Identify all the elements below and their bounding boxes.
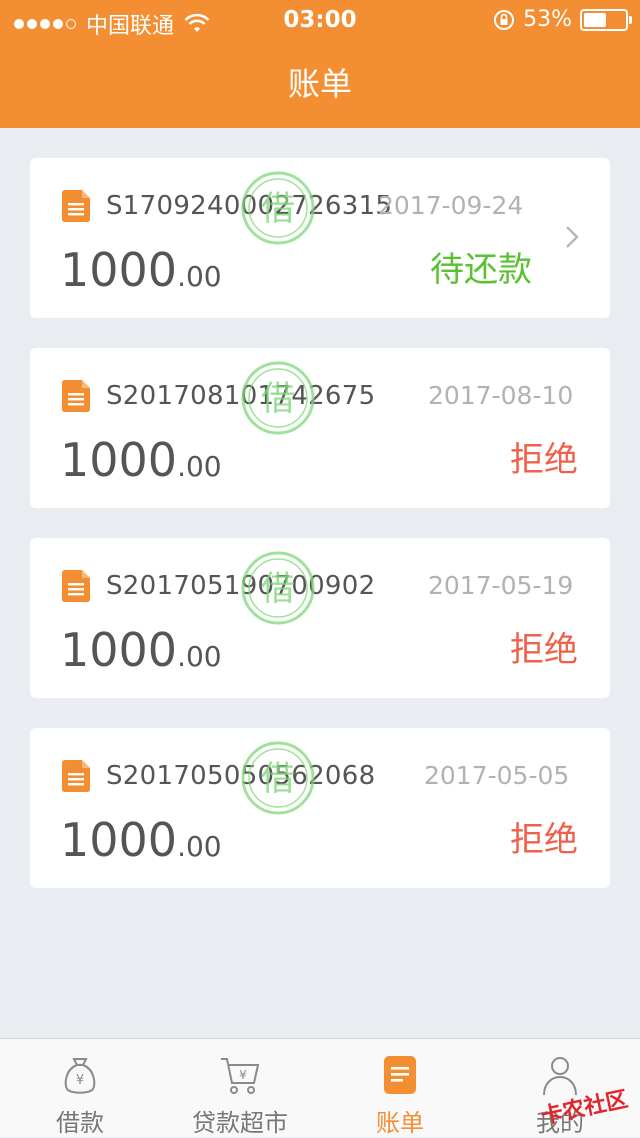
document-icon [62,760,90,792]
chevron-right-icon[interactable] [564,224,580,250]
tab-label: 贷款超市 [192,1109,288,1137]
borrow-stamp-icon: 借 [241,171,315,245]
svg-text:¥: ¥ [239,1068,247,1082]
svg-text:借: 借 [261,379,295,419]
nav-bar: 账单 [0,40,640,128]
battery-percent: 53% [523,7,572,32]
shopping-cart-icon: ¥ [221,1058,260,1094]
amount-integer: 1000 [60,813,178,867]
svg-text:借: 借 [261,569,295,609]
bill-card[interactable]: S1709240002726315 2017-09-24 1000.00 待还款借 [30,158,610,318]
amount-decimal: .00 [177,260,222,293]
page-title: 账单 [287,65,352,103]
bill-date: 2017-09-24 [378,191,524,220]
bill-status: 拒绝 [510,630,578,670]
svg-text:¥: ¥ [76,1073,84,1088]
svg-text:借: 借 [261,189,295,229]
bill-date: 2017-05-19 [428,571,574,600]
bill-card[interactable]: S201705050562068 2017-05-05 1000.00 拒绝借 [30,728,610,888]
bill-status: 拒绝 [510,440,578,480]
borrow-stamp-icon: 借 [241,551,315,625]
bill-card[interactable]: S201705190700902 2017-05-19 1000.00 拒绝借 [30,538,610,698]
tab-label: 借款 [56,1109,104,1137]
amount-integer: 1000 [60,623,178,677]
rotation-lock-icon [494,9,515,30]
svg-text:借: 借 [261,759,295,799]
tab-bills[interactable]: 账单 [320,1039,480,1137]
borrow-stamp-icon: 借 [241,741,315,815]
bill-card[interactable]: S201708101742675 2017-08-10 1000.00 拒绝借 [30,348,610,508]
tab-label: 账单 [376,1109,424,1137]
status-bar: 中国联通 03:00 53% [0,0,640,40]
document-icon [62,380,90,412]
bill-status: 待还款 [430,250,532,290]
amount-decimal: .00 [177,450,222,483]
bill-date: 2017-05-05 [424,761,570,790]
document-icon [62,190,90,222]
bill-document-icon [384,1056,416,1094]
tab-loan-market[interactable]: ¥ 贷款超市 [160,1039,320,1137]
amount-integer: 1000 [60,243,178,297]
document-icon [62,570,90,602]
amount-decimal: .00 [177,640,222,673]
borrow-stamp-icon: 借 [241,361,315,435]
bill-amount: 1000.00 [60,626,222,685]
bill-amount: 1000.00 [60,246,222,305]
bill-date: 2017-08-10 [428,381,574,410]
bill-amount: 1000.00 [60,816,222,875]
money-bag-icon: ¥ [64,1058,96,1094]
battery-icon [580,8,632,31]
tab-borrow[interactable]: ¥ 借款 [0,1039,160,1137]
amount-integer: 1000 [60,433,178,487]
bill-status: 拒绝 [510,820,578,860]
bill-amount: 1000.00 [60,436,222,495]
amount-decimal: .00 [177,830,222,863]
